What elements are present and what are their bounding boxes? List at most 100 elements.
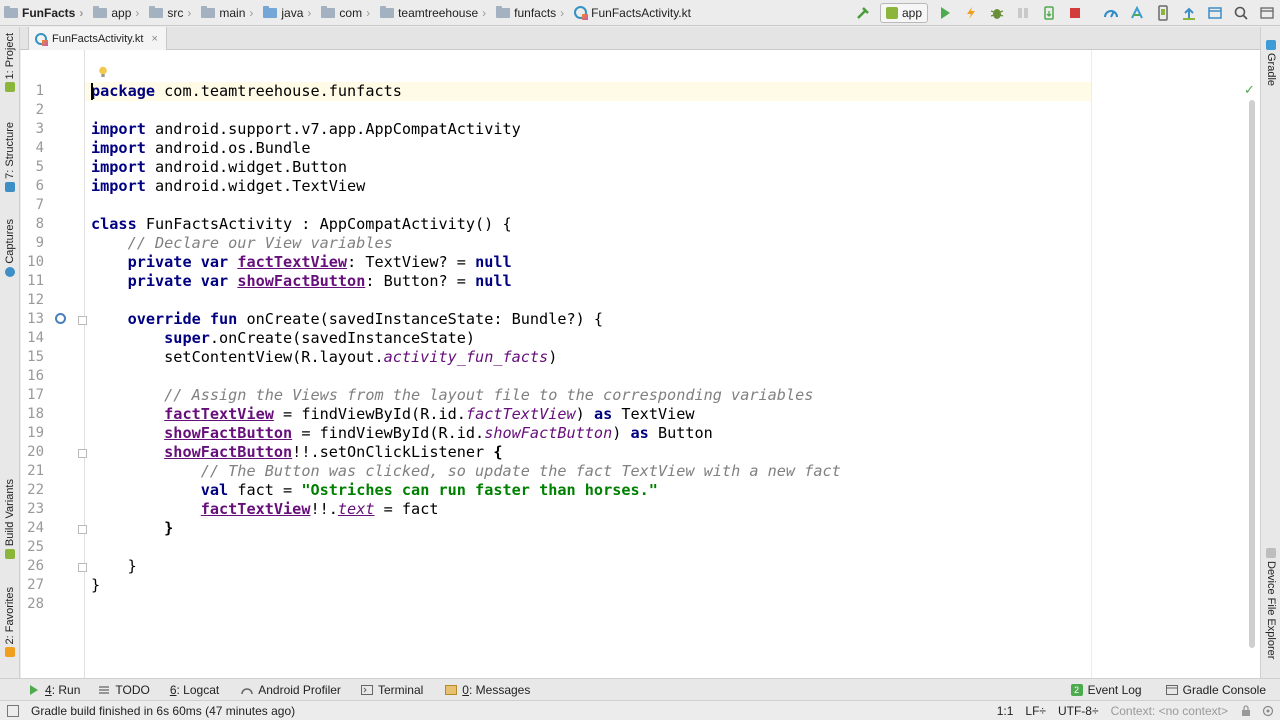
line-separator-select[interactable]: LF÷ <box>1025 704 1046 718</box>
code-text[interactable]: import android.support.v7.app.AppCompatA… <box>91 120 521 139</box>
code-line[interactable]: 26 } <box>0 557 1280 576</box>
code-text[interactable]: // The Button was clicked, so update the… <box>91 462 841 481</box>
context-indicator[interactable]: Context: <no context> <box>1111 704 1228 718</box>
window-icon[interactable] <box>1256 2 1278 24</box>
code-text[interactable]: super.onCreate(savedInstanceState) <box>91 329 475 348</box>
code-line[interactable]: 21 // The Button was clicked, so update … <box>0 462 1280 481</box>
terminal-tool-button[interactable]: Terminal <box>360 683 423 697</box>
code-text[interactable]: private var showFactButton: Button? = nu… <box>91 272 512 291</box>
code-line[interactable]: 16 <box>0 367 1280 386</box>
code-line[interactable]: 9 // Declare our View variables <box>0 234 1280 253</box>
code-line[interactable]: 23 factTextView!!.text = fact <box>0 500 1280 519</box>
code-line[interactable]: 12 <box>0 291 1280 310</box>
stop-icon[interactable] <box>1064 2 1086 24</box>
make-project-icon[interactable] <box>852 2 874 24</box>
code-line[interactable]: 20 showFactButton!!.setOnClickListener { <box>0 443 1280 462</box>
code-text[interactable]: package com.teamtreehouse.funfacts <box>91 82 402 101</box>
code-line[interactable]: 14 super.onCreate(savedInstanceState) <box>0 329 1280 348</box>
code-text[interactable]: showFactButton = findViewById(R.id.showF… <box>91 424 713 443</box>
breadcrumb-main[interactable]: main › <box>195 0 257 26</box>
breadcrumb-funfacts[interactable]: funfacts › <box>490 0 568 26</box>
breadcrumb-teamtreehouse[interactable]: teamtreehouse › <box>374 0 490 26</box>
breadcrumb-file[interactable]: FunFactsActivity.kt <box>568 0 695 26</box>
code-text[interactable]: val fact = "Ostriches can run faster tha… <box>91 481 658 500</box>
gradle-tool-button[interactable]: Gradle <box>1261 37 1280 86</box>
breadcrumb-com[interactable]: com › <box>315 0 374 26</box>
breadcrumb-project[interactable]: FunFacts › <box>0 0 87 26</box>
code-line[interactable]: 19 showFactButton = findViewById(R.id.sh… <box>0 424 1280 443</box>
breadcrumb-java[interactable]: java › <box>257 0 315 26</box>
line-number: 27 <box>27 577 44 593</box>
run-icon[interactable] <box>934 2 956 24</box>
code-line[interactable]: 1 package com.teamtreehouse.funfacts <box>0 82 1280 101</box>
file-encoding-select[interactable]: UTF-8÷ <box>1058 704 1099 718</box>
code-line[interactable]: 24 } <box>0 519 1280 538</box>
event-log-count-badge: 2 <box>1070 684 1083 696</box>
code-text[interactable]: showFactButton!!.setOnClickListener { <box>91 443 502 462</box>
code-text[interactable]: import android.widget.Button <box>91 158 347 177</box>
attach-process-icon[interactable] <box>1038 2 1060 24</box>
android-profiler-tool-button[interactable]: Android Profiler <box>241 683 341 697</box>
code-line[interactable]: 15 setContentView(R.layout.activity_fun_… <box>0 348 1280 367</box>
code-line[interactable]: 7 <box>0 196 1280 215</box>
line-number: 3 <box>35 121 44 137</box>
profile-icon[interactable] <box>1100 2 1122 24</box>
code-text[interactable]: class FunFactsActivity : AppCompatActivi… <box>91 215 512 234</box>
attach-debugger-icon[interactable] <box>1012 2 1034 24</box>
todo-tool-button[interactable]: TODO <box>98 683 150 697</box>
code-line[interactable]: 13 override fun onCreate(savedInstanceSt… <box>0 310 1280 329</box>
code-line[interactable]: 2 <box>0 101 1280 120</box>
run-configuration-select[interactable]: app ▼ <box>879 3 955 100</box>
apply-changes-icon[interactable] <box>960 2 982 24</box>
code-text[interactable]: import android.widget.TextView <box>91 177 365 196</box>
messages-tool-button[interactable]: 0: Messages <box>445 683 530 697</box>
sdk-manager-icon[interactable] <box>1178 2 1200 24</box>
logcat-tool-button[interactable]: 6: Logcat <box>170 683 219 697</box>
code-line[interactable]: 5 import android.widget.Button <box>0 158 1280 177</box>
code-text[interactable]: setContentView(R.layout.activity_fun_fac… <box>91 348 557 367</box>
line-number: 23 <box>27 501 44 517</box>
code-line[interactable]: 17 // Assign the Views from the layout f… <box>0 386 1280 405</box>
line-number: 21 <box>27 463 44 479</box>
code-line[interactable]: 3 import android.support.v7.app.AppCompat… <box>0 120 1280 139</box>
tab-funfactsactivity[interactable]: FunFactsActivity.kt × <box>28 27 167 50</box>
avd-manager-icon[interactable] <box>1152 2 1174 24</box>
code-text[interactable]: override fun onCreate(savedInstanceState… <box>91 310 603 329</box>
code-line[interactable]: 18 factTextView = findViewById(R.id.fact… <box>0 405 1280 424</box>
code-text[interactable]: } <box>91 519 173 538</box>
code-line[interactable]: 11 private var showFactButton: Button? =… <box>0 272 1280 291</box>
code-text[interactable]: private var factTextView: TextView? = nu… <box>91 253 512 272</box>
code-text[interactable]: import android.os.Bundle <box>91 139 310 158</box>
code-text[interactable]: // Declare our View variables <box>91 234 393 253</box>
code-line[interactable]: 4 import android.os.Bundle <box>0 139 1280 158</box>
code-text[interactable]: factTextView = findViewById(R.id.factTex… <box>91 405 694 424</box>
search-icon[interactable] <box>1230 2 1252 24</box>
close-icon[interactable]: × <box>151 33 157 45</box>
code-line[interactable]: 22 val fact = "Ostriches can run faster … <box>0 481 1280 500</box>
code-line[interactable]: 8 class FunFactsActivity : AppCompatActiv… <box>0 215 1280 234</box>
code-text[interactable]: factTextView!!.text = fact <box>91 500 439 519</box>
code-text[interactable]: } <box>91 557 137 576</box>
code-line[interactable]: 27} <box>0 576 1280 595</box>
gradle-console-tool-button[interactable]: Gradle Console <box>1165 683 1266 697</box>
breadcrumb-src[interactable]: src › <box>143 0 195 26</box>
code-text[interactable]: // Assign the Views from the layout file… <box>91 386 813 405</box>
code-line[interactable]: 25 <box>0 538 1280 557</box>
tool-windows-toggle-icon[interactable] <box>7 705 19 717</box>
gradle-console-tool-label: Gradle Console <box>1182 683 1266 697</box>
debug-icon[interactable] <box>986 2 1008 24</box>
code-text[interactable]: } <box>91 576 100 595</box>
caret-position[interactable]: 1:1 <box>997 704 1014 718</box>
run-tool-button[interactable]: 4: Run <box>28 683 80 697</box>
breadcrumb-module[interactable]: app › <box>87 0 143 26</box>
code-line[interactable]: 6 import android.widget.TextView <box>0 177 1280 196</box>
hector-icon[interactable] <box>1262 705 1274 717</box>
status-message[interactable]: Gradle build finished in 6s 60ms (47 min… <box>31 704 295 718</box>
sync-gradle-icon[interactable] <box>1126 2 1148 24</box>
event-log-tool-button[interactable]: 2 Event Log <box>1070 683 1142 697</box>
code-line[interactable]: 10 private var factTextView: TextView? =… <box>0 253 1280 272</box>
code-line[interactable]: 28 <box>0 595 1280 614</box>
lock-icon[interactable] <box>1240 705 1252 717</box>
project-structure-icon[interactable] <box>1204 2 1226 24</box>
intention-bulb-icon[interactable] <box>98 66 108 78</box>
